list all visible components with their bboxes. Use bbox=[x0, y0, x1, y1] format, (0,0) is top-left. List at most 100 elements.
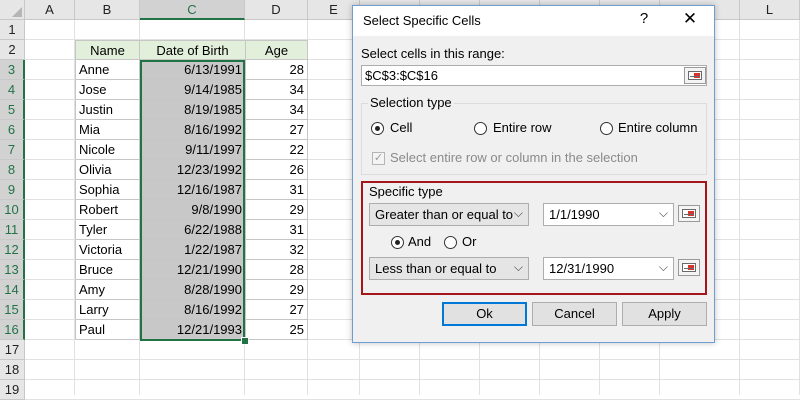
row-header-18[interactable]: 18 bbox=[0, 360, 25, 380]
dob-cell[interactable]: 8/19/1985 bbox=[140, 100, 245, 120]
name-cell[interactable]: Bruce bbox=[75, 260, 140, 280]
row-header-4[interactable]: 4 bbox=[0, 80, 25, 100]
name-cell[interactable]: Tyler bbox=[75, 220, 140, 240]
name-cell[interactable]: Larry bbox=[75, 300, 140, 320]
name-cell[interactable]: Amy bbox=[75, 280, 140, 300]
dob-cell[interactable]: 8/16/1992 bbox=[140, 300, 245, 320]
name-cell[interactable]: Mia bbox=[75, 120, 140, 140]
row-header-16[interactable]: 16 bbox=[0, 320, 25, 340]
age-cell[interactable]: 34 bbox=[245, 80, 308, 100]
range-field[interactable] bbox=[361, 65, 707, 86]
age-cell[interactable]: 29 bbox=[245, 200, 308, 220]
chevron-down-icon: ⌵ bbox=[658, 206, 668, 220]
row-header-1[interactable]: 1 bbox=[0, 20, 25, 40]
row-header-9[interactable]: 9 bbox=[0, 180, 25, 200]
cancel-button[interactable]: Cancel bbox=[532, 302, 617, 326]
row-header-17[interactable]: 17 bbox=[0, 340, 25, 360]
condition1-select[interactable]: Greater than or equal to ⌵ bbox=[369, 203, 529, 226]
name-cell[interactable]: Paul bbox=[75, 320, 140, 340]
name-cell[interactable]: Sophia bbox=[75, 180, 140, 200]
name-cell[interactable]: Anne bbox=[75, 60, 140, 80]
age-cell[interactable]: 32 bbox=[245, 240, 308, 260]
dob-cell[interactable]: 8/16/1992 bbox=[140, 120, 245, 140]
select-entire-label: Select entire row or column in the selec… bbox=[390, 150, 638, 165]
age-cell[interactable]: 27 bbox=[245, 120, 308, 140]
radio-entire-row[interactable] bbox=[474, 122, 487, 135]
radio-cell[interactable] bbox=[371, 122, 384, 135]
value2-picker-button[interactable] bbox=[678, 259, 700, 276]
radio-or[interactable] bbox=[444, 236, 457, 249]
age-cell[interactable]: 22 bbox=[245, 140, 308, 160]
dob-cell[interactable]: 6/22/1988 bbox=[140, 220, 245, 240]
dialog-titlebar[interactable]: Select Specific Cells ? ✕ bbox=[353, 6, 714, 36]
row-header-19[interactable]: 19 bbox=[0, 380, 25, 400]
row-header-13[interactable]: 13 bbox=[0, 260, 25, 280]
close-icon[interactable]: ✕ bbox=[680, 9, 700, 29]
name-cell[interactable]: Justin bbox=[75, 100, 140, 120]
name-cell[interactable]: Jose bbox=[75, 80, 140, 100]
dob-cell[interactable]: 6/13/1991 bbox=[140, 60, 245, 80]
radio-and[interactable] bbox=[391, 236, 404, 249]
value1-picker-button[interactable] bbox=[678, 205, 700, 222]
age-cell[interactable]: 29 bbox=[245, 280, 308, 300]
value1-combo[interactable]: 1/1/1990 ⌵ bbox=[543, 203, 674, 226]
name-cell[interactable]: Robert bbox=[75, 200, 140, 220]
fill-handle[interactable] bbox=[241, 337, 249, 345]
radio-or-label: Or bbox=[462, 234, 477, 249]
condition2-select[interactable]: Less than or equal to ⌵ bbox=[369, 257, 529, 280]
age-cell[interactable]: 28 bbox=[245, 60, 308, 80]
dob-cell[interactable]: 1/22/1987 bbox=[140, 240, 245, 260]
select-all-corner[interactable] bbox=[0, 0, 25, 20]
apply-button[interactable]: Apply bbox=[622, 302, 707, 326]
age-cell[interactable]: 28 bbox=[245, 260, 308, 280]
column-header-l[interactable]: L bbox=[740, 0, 800, 20]
dob-cell[interactable]: 9/11/1997 bbox=[140, 140, 245, 160]
dob-cell[interactable]: 12/23/1992 bbox=[140, 160, 245, 180]
row-header-15[interactable]: 15 bbox=[0, 300, 25, 320]
dob-cell[interactable]: 12/16/1987 bbox=[140, 180, 245, 200]
row-header-7[interactable]: 7 bbox=[0, 140, 25, 160]
age-cell[interactable]: 26 bbox=[245, 160, 308, 180]
row-header-6[interactable]: 6 bbox=[0, 120, 25, 140]
age-cell[interactable]: 25 bbox=[245, 320, 308, 340]
header-date-of-birth[interactable]: Date of Birth bbox=[140, 40, 245, 60]
ok-button[interactable]: Ok bbox=[442, 302, 527, 326]
column-header-a[interactable]: A bbox=[25, 0, 75, 20]
age-cell[interactable]: 31 bbox=[245, 180, 308, 200]
range-input[interactable] bbox=[365, 68, 641, 83]
dob-cell[interactable]: 12/21/1990 bbox=[140, 260, 245, 280]
name-cell[interactable]: Victoria bbox=[75, 240, 140, 260]
selection-type-title: Selection type bbox=[368, 95, 454, 110]
chevron-down-icon: ⌵ bbox=[658, 260, 668, 274]
row-header-10[interactable]: 10 bbox=[0, 200, 25, 220]
value1-text: 1/1/1990 bbox=[549, 207, 600, 222]
row-header-2[interactable]: 2 bbox=[0, 40, 25, 60]
radio-cell-label: Cell bbox=[390, 120, 413, 135]
value2-combo[interactable]: 12/31/1990 ⌵ bbox=[543, 257, 674, 280]
header-name[interactable]: Name bbox=[75, 40, 140, 60]
age-cell[interactable]: 27 bbox=[245, 300, 308, 320]
row-header-5[interactable]: 5 bbox=[0, 100, 25, 120]
dob-cell[interactable]: 12/21/1993 bbox=[140, 320, 245, 340]
age-cell[interactable]: 34 bbox=[245, 100, 308, 120]
age-cell[interactable]: 31 bbox=[245, 220, 308, 240]
value2-text: 12/31/1990 bbox=[549, 261, 615, 276]
name-cell[interactable]: Olivia bbox=[75, 160, 140, 180]
dob-cell[interactable]: 9/8/1990 bbox=[140, 200, 245, 220]
name-cell[interactable]: Nicole bbox=[75, 140, 140, 160]
row-header-11[interactable]: 11 bbox=[0, 220, 25, 240]
row-header-14[interactable]: 14 bbox=[0, 280, 25, 300]
range-picker-button[interactable] bbox=[684, 67, 706, 84]
radio-entire-column[interactable] bbox=[600, 122, 613, 135]
row-header-3[interactable]: 3 bbox=[0, 60, 25, 80]
help-icon[interactable]: ? bbox=[634, 10, 654, 27]
dob-cell[interactable]: 8/28/1990 bbox=[140, 280, 245, 300]
column-header-c[interactable]: C bbox=[140, 0, 245, 20]
row-header-8[interactable]: 8 bbox=[0, 160, 25, 180]
column-header-b[interactable]: B bbox=[75, 0, 140, 20]
header-age[interactable]: Age bbox=[245, 40, 308, 60]
selection-type-group: Selection type Cell Entire row Entire co… bbox=[361, 95, 707, 175]
dob-cell[interactable]: 9/14/1985 bbox=[140, 80, 245, 100]
column-header-d[interactable]: D bbox=[245, 0, 308, 20]
row-header-12[interactable]: 12 bbox=[0, 240, 25, 260]
